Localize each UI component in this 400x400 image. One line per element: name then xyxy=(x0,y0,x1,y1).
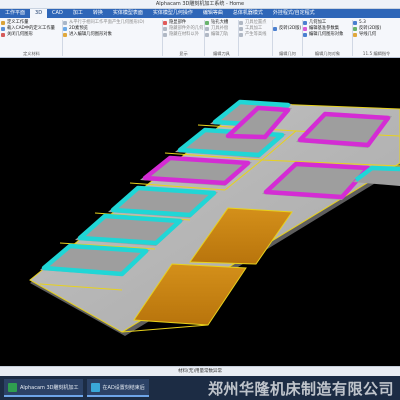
ribbon-item-label: 编辑几何图形对象 xyxy=(309,32,344,38)
alphacam-app-icon xyxy=(8,382,17,392)
contour-icon xyxy=(239,33,243,38)
ribbon-group-display: 隐显部件 隐藏部件外的几何 隐藏在材料以外 显示 xyxy=(163,20,205,56)
geometry-machining-icon xyxy=(303,21,307,26)
ribbon-tab-bar: 工作平面 3D CAD 加工 转换 实体模型表面 实体模型几何操作 编辑等曲 总… xyxy=(0,9,400,18)
five-axis-icon xyxy=(353,21,357,26)
ribbon-group-label: 编辑几何对象 xyxy=(314,51,341,56)
ribbon-item[interactable]: 产生等高线 xyxy=(239,32,272,38)
show-hide-icon xyxy=(163,21,167,26)
wire-geometry-icon xyxy=(353,33,357,38)
taskbar-item-label: Alphacam 3D雕刻机加工 xyxy=(20,384,79,391)
tab-edit[interactable]: 编辑等曲 xyxy=(198,9,228,18)
tab-solid-surface[interactable]: 实体模型表面 xyxy=(108,9,148,18)
ribbon-item-label: 反转(2D版) xyxy=(279,26,302,31)
taskbar-item-label: 在AD设置刻结束后 xyxy=(102,384,145,391)
edit-geometry-object-icon xyxy=(303,33,307,38)
hide-material-icon xyxy=(163,33,167,38)
tab-solid-geometry[interactable]: 实体模型几何操作 xyxy=(148,9,198,18)
ribbon-item-label: 编辑刀轨 xyxy=(211,32,229,38)
material-icon xyxy=(1,21,5,26)
status-text: 材料(无)用量常数异常 xyxy=(177,369,222,374)
ribbon-item-label: 进入编辑几何图形对象 xyxy=(69,32,112,38)
toolpath-scene xyxy=(29,99,400,336)
ribbon-item[interactable]: 编辑刀轨 xyxy=(205,32,238,38)
ribbon-group-label: 11.5 编辑指令 xyxy=(362,51,391,56)
settings-app-icon xyxy=(90,382,100,392)
ribbon-item-label: 导线几何 xyxy=(359,32,377,38)
ribbon-group-label: 定义材料 xyxy=(23,51,40,56)
ribbon-group-label: 显示 xyxy=(179,51,188,56)
reverse-2d-icon xyxy=(353,27,357,32)
ribbon-item[interactable]: 隐藏在材料以外 xyxy=(163,32,204,38)
tab-cad[interactable]: CAD xyxy=(47,9,68,18)
ribbon-item[interactable]: 进入编辑几何图形对象 xyxy=(63,32,162,38)
ribbon-group-geometry-object: 几何加工 编辑基准参数集 编辑几何图形对象 编辑几何对象 xyxy=(303,20,353,56)
window-title: Alphacam 3D雕刻机加工系统 - Home xyxy=(155,1,245,7)
ribbon-panel: 定义工作量 载入CAD中的定义工作量 关闭几何图形 定义材料 从平行于相同工作平… xyxy=(0,18,400,58)
tab-machine-mode[interactable]: 总体机器模式 xyxy=(228,9,268,18)
taskbar-item-alphacam[interactable]: Alphacam 3D雕刻机加工 xyxy=(4,379,83,397)
tab-3d[interactable]: 3D xyxy=(30,9,48,18)
tool-offset-icon xyxy=(205,27,209,32)
ribbon-group-material: 定义工作量 载入CAD中的定义工作量 关闭几何图形 定义材料 xyxy=(1,20,63,56)
ribbon-group-5axis: 5.3 反转(2D版) 导线几何 11.5 编辑指令 xyxy=(353,20,400,56)
tab-machining[interactable]: 加工 xyxy=(68,9,88,18)
reverse-icon xyxy=(273,27,277,32)
tab-addins[interactable]: 外挂程式/自定程式 xyxy=(268,9,320,18)
status-bar: 材料(无)用量常数异常 xyxy=(0,366,400,376)
tool-machining-icon xyxy=(239,27,243,32)
edit-path-icon xyxy=(205,33,209,38)
ribbon-group-label: 编辑刀具 xyxy=(213,51,230,56)
taskbar-item-settings[interactable]: 在AD设置刻结束后 xyxy=(86,379,149,397)
ribbon-group-tool-position: 刀具位置点 工具加工 产生等高线 xyxy=(239,20,273,56)
tab-convert[interactable]: 转换 xyxy=(88,9,108,18)
preview-icon xyxy=(63,27,67,32)
drill-slot-icon xyxy=(205,21,209,26)
ribbon-group-label: 编辑几何 xyxy=(279,51,296,56)
ribbon-group-edit-geometry: 反转(2D版) 编辑几何 xyxy=(273,20,303,56)
datum-params-icon xyxy=(303,27,307,32)
window-titlebar: Alphacam 3D雕刻机加工系统 - Home xyxy=(0,0,400,9)
ribbon-group-edit-tool: 钻孔大槽 刀具补偿 编辑刀轨 编辑刀具 xyxy=(205,20,239,56)
close-geometry-icon xyxy=(1,33,5,38)
ribbon-item[interactable]: 导线几何 xyxy=(353,32,400,38)
ribbon-group-view: 从平行于相同工作平面产生几何图形(D) 2D素预览 进入编辑几何图形对象 xyxy=(63,20,163,56)
hide-outside-icon xyxy=(163,27,167,32)
parallel-geometry-icon xyxy=(63,21,67,26)
3d-viewport[interactable] xyxy=(0,58,400,366)
tab-workplane[interactable]: 工作平面 xyxy=(0,9,30,18)
ribbon-item-label: 隐藏在材料以外 xyxy=(169,32,200,38)
ribbon-item[interactable]: 反转(2D版) xyxy=(273,26,302,32)
enter-edit-icon xyxy=(63,33,67,38)
ribbon-item[interactable]: 编辑几何图形对象 xyxy=(303,32,352,38)
alphacam-window: Alphacam 3D雕刻机加工系统 - Home 工作平面 3D CAD 加工… xyxy=(0,0,400,400)
cad-import-icon xyxy=(1,27,5,32)
ribbon-item[interactable]: 关闭几何图形 xyxy=(1,32,62,38)
company-watermark: 郑州华隆机床制造有限公司 xyxy=(207,380,394,398)
tool-point-icon xyxy=(239,21,243,26)
ribbon-item-label: 关闭几何图形 xyxy=(7,32,33,38)
ribbon-item-label: 产生等高线 xyxy=(245,32,267,38)
